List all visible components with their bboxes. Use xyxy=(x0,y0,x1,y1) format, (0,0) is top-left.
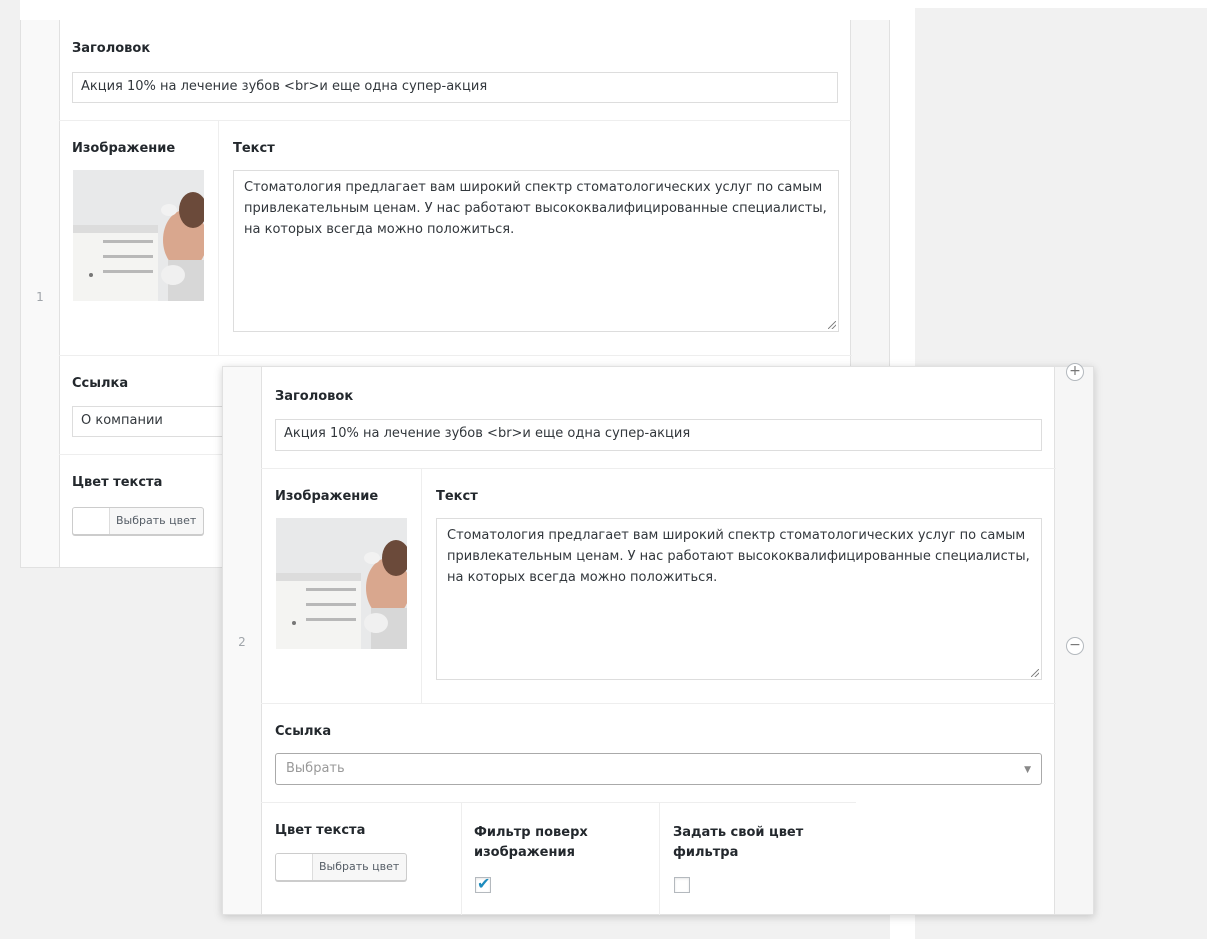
divider xyxy=(421,468,422,703)
divider xyxy=(59,120,852,121)
title-label: Заголовок xyxy=(275,389,354,404)
divider xyxy=(261,703,1056,704)
resize-handle-icon[interactable] xyxy=(1031,669,1039,677)
color-swatch xyxy=(73,508,110,534)
dental-image xyxy=(73,170,204,301)
dropdown-arrow-icon: ▼ xyxy=(1024,765,1031,775)
color-swatch xyxy=(276,854,313,880)
image-thumbnail[interactable] xyxy=(73,170,204,301)
image-label: Изображение xyxy=(72,141,176,156)
divider xyxy=(261,468,1056,469)
custom-filter-checkbox[interactable] xyxy=(674,877,690,893)
color-label: Цвет текста xyxy=(275,823,366,838)
image-label: Изображение xyxy=(275,489,379,504)
title-input[interactable]: Акция 10% на лечение зубов <br>и еще одн… xyxy=(72,72,838,103)
top-right-strip xyxy=(915,0,1207,8)
link-label: Ссылка xyxy=(275,724,332,739)
divider xyxy=(659,802,660,915)
color-picker-label: Выбрать цвет xyxy=(319,860,400,873)
divider xyxy=(461,802,462,915)
image-thumbnail[interactable] xyxy=(276,518,407,649)
add-row-plus-icon[interactable]: + xyxy=(1066,363,1084,381)
color-picker-button[interactable]: Выбрать цвет xyxy=(72,507,204,535)
color-label: Цвет текста xyxy=(72,475,163,490)
text-label: Текст xyxy=(233,141,275,156)
link-label: Ссылка xyxy=(72,376,129,391)
divider xyxy=(218,120,219,355)
divider xyxy=(59,355,852,356)
link-select-placeholder: Выбрать xyxy=(286,761,345,776)
text-value: Стоматология предлагает вам широкий спек… xyxy=(447,528,1030,585)
custom-filter-label: Задать свой цвет фильтра xyxy=(673,825,804,860)
link-select[interactable]: Выбрать ▼ xyxy=(275,753,1042,785)
resize-handle-icon[interactable] xyxy=(828,321,836,329)
filter-checkbox[interactable]: ✔ xyxy=(475,874,491,893)
text-textarea[interactable]: Стоматология предлагает вам широкий спек… xyxy=(436,518,1042,680)
dental-image xyxy=(276,518,407,649)
text-value: Стоматология предлагает вам широкий спек… xyxy=(244,180,827,237)
text-label: Текст xyxy=(436,489,478,504)
text-textarea[interactable]: Стоматология предлагает вам широкий спек… xyxy=(233,170,839,332)
title-label: Заголовок xyxy=(72,41,151,56)
row-number: 1 xyxy=(36,290,44,304)
repeater-row-2: 2 Заголовок Акция 10% на лечение зубов <… xyxy=(222,363,1094,915)
remove-row-minus-icon[interactable]: − xyxy=(1066,637,1084,655)
row-number: 2 xyxy=(238,635,246,649)
color-picker-label: Выбрать цвет xyxy=(116,514,197,527)
color-picker-button[interactable]: Выбрать цвет xyxy=(275,853,407,881)
title-input[interactable]: Акция 10% на лечение зубов <br>и еще одн… xyxy=(275,419,1042,451)
divider xyxy=(261,802,856,803)
filter-label: Фильтр поверх изображения xyxy=(474,825,588,860)
link-select[interactable]: О компании xyxy=(72,406,232,437)
checkmark-icon: ✔ xyxy=(477,874,491,893)
